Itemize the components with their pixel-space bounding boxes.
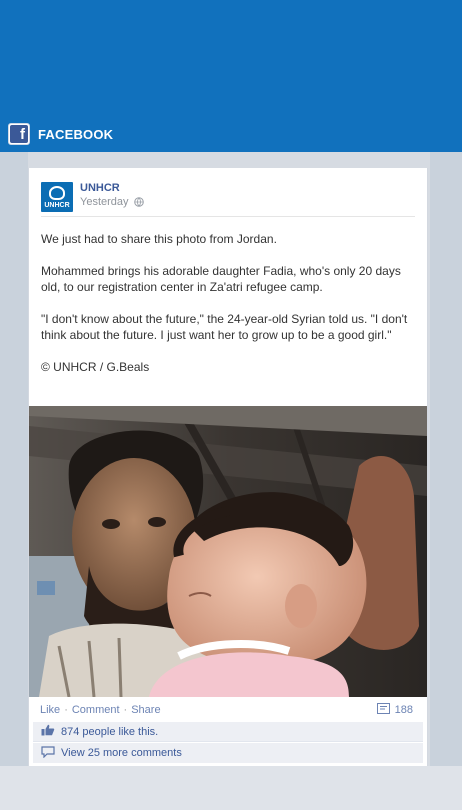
right-background: [430, 152, 462, 766]
post-paragraph: "I don't know about the future," the 24-…: [41, 312, 408, 342]
facebook-title: FACEBOOK: [38, 126, 114, 142]
facebook-logo-icon: f: [8, 123, 30, 145]
post-timestamp[interactable]: Yesterday: [80, 196, 144, 208]
post-paragraph: We just had to share this photo from Jor…: [41, 232, 277, 246]
like-link[interactable]: Like: [40, 704, 60, 716]
likes-text: 874 people like this.: [61, 725, 159, 738]
share-count[interactable]: 188: [376, 703, 413, 717]
left-background: [0, 152, 28, 766]
post-photo[interactable]: [29, 406, 427, 697]
bottom-background: [0, 766, 462, 810]
page-name-link[interactable]: UNHCR: [80, 182, 120, 194]
view-more-comments[interactable]: View 25 more comments: [33, 743, 423, 763]
post-body: We just had to share this photo from Jor…: [41, 231, 413, 391]
facebook-header: f FACEBOOK: [8, 122, 113, 146]
globe-icon: [133, 197, 144, 207]
post-actions: Like · Comment · Share 188: [29, 697, 427, 720]
view-comments-text: View 25 more comments: [61, 747, 182, 759]
unhcr-emblem-icon: [49, 185, 65, 200]
separator: ·: [64, 704, 68, 716]
post-header: UNHCR UNHCR Yesterday: [41, 182, 415, 217]
post-card: UNHCR UNHCR Yesterday We just had to sha…: [28, 168, 428, 766]
thumbs-up-icon: [41, 724, 55, 739]
timestamp-text: Yesterday: [80, 196, 129, 208]
separator: ·: [123, 704, 128, 716]
share-count-number: 188: [394, 704, 413, 716]
share-icon: [376, 703, 390, 717]
photo-credit: © UNHCR / G.Beals: [41, 360, 150, 374]
avatar[interactable]: UNHCR: [41, 182, 73, 212]
post-paragraph: Mohammed brings his adorable daughter Fa…: [41, 264, 401, 294]
comment-link[interactable]: Comment: [72, 704, 120, 716]
comment-icon: [41, 745, 55, 761]
likes-summary[interactable]: 874 people like this.: [33, 722, 423, 742]
share-link[interactable]: Share: [131, 704, 160, 716]
